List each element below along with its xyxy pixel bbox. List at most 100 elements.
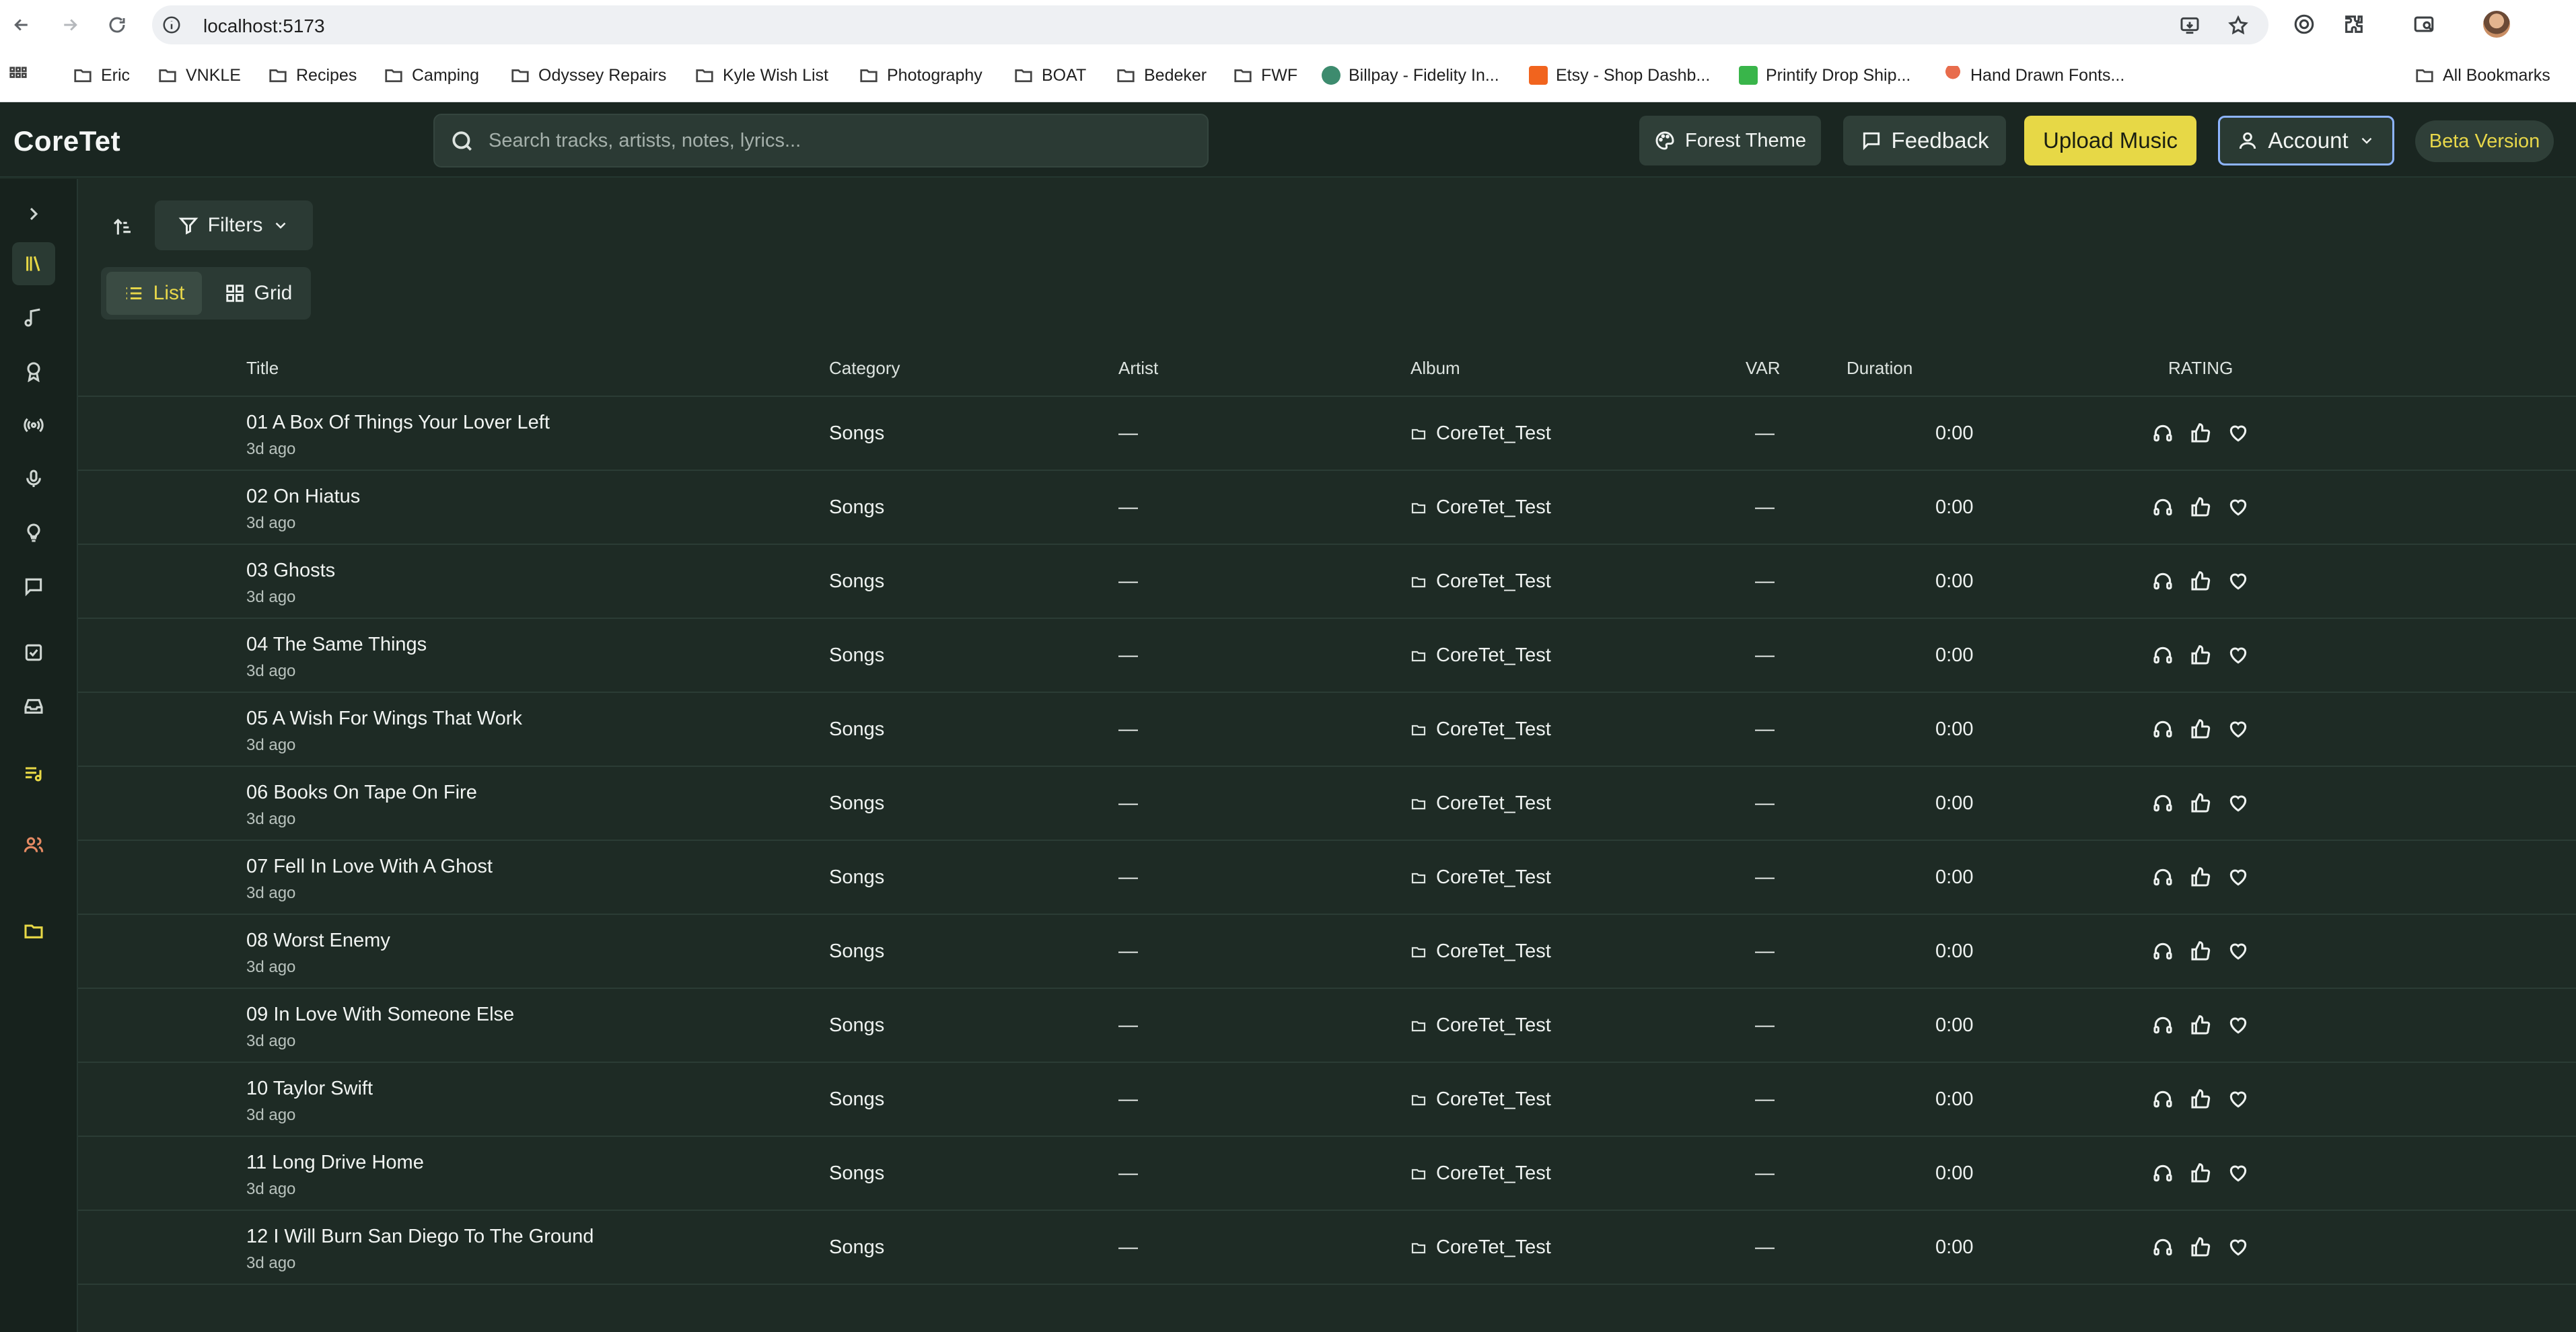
listened-icon[interactable] [2151, 717, 2175, 741]
love-icon[interactable] [2226, 1161, 2250, 1185]
bookmark-folder[interactable]: Odyssey Repairs [510, 63, 666, 87]
like-icon[interactable] [2188, 939, 2213, 963]
address-bar[interactable]: localhost:5173 [152, 5, 2268, 44]
column-var[interactable]: VAR [1746, 358, 1781, 379]
account-button[interactable]: Account [2218, 116, 2394, 165]
track-album[interactable]: CoreTet_Test [1410, 496, 1551, 519]
column-duration[interactable]: Duration [1847, 358, 1912, 379]
track-album[interactable]: CoreTet_Test [1410, 1088, 1551, 1111]
track-album[interactable]: CoreTet_Test [1410, 1014, 1551, 1037]
filters-button[interactable]: Filters [155, 200, 313, 250]
track-title[interactable]: 03 Ghosts [246, 560, 335, 582]
like-icon[interactable] [2188, 421, 2213, 445]
listened-icon[interactable] [2151, 1235, 2175, 1259]
listened-icon[interactable] [2151, 865, 2175, 889]
track-title[interactable]: 05 A Wish For Wings That Work [246, 708, 522, 730]
track-album[interactable]: CoreTet_Test [1410, 1236, 1551, 1259]
listened-icon[interactable] [2151, 1013, 2175, 1037]
listened-icon[interactable] [2151, 569, 2175, 593]
library-icon[interactable] [12, 242, 55, 285]
track-title[interactable]: 11 Long Drive Home [246, 1152, 424, 1174]
folder-icon[interactable] [12, 910, 55, 953]
bookmark-folder[interactable]: FWF [1233, 63, 1297, 87]
listened-icon[interactable] [2151, 1161, 2175, 1185]
track-title[interactable]: 08 Worst Enemy [246, 930, 390, 952]
love-icon[interactable] [2226, 939, 2250, 963]
bookmark-folder[interactable]: VNKLE [157, 63, 241, 87]
listened-icon[interactable] [2151, 643, 2175, 667]
love-icon[interactable] [2226, 1087, 2250, 1111]
love-icon[interactable] [2226, 569, 2250, 593]
bookmark-link[interactable]: Hand Drawn Fonts... [1943, 63, 2124, 87]
table-row[interactable]: 12 I Will Burn San Diego To The Ground 3d… [78, 1211, 2576, 1285]
music-note-icon[interactable] [12, 296, 55, 339]
table-row[interactable]: 07 Fell In Love With A Ghost 3d ago Songs —… [78, 841, 2576, 915]
table-row[interactable]: 10 Taylor Swift 3d ago Songs — CoreTet_Test —… [78, 1063, 2576, 1137]
table-row[interactable]: 04 The Same Things 3d ago Songs — CoreTet_Te… [78, 619, 2576, 693]
sort-icon[interactable] [105, 210, 140, 245]
broadcast-icon[interactable] [12, 404, 55, 447]
like-icon[interactable] [2188, 717, 2213, 741]
checklist-icon[interactable] [12, 631, 55, 674]
bookmark-link[interactable]: Etsy - Shop Dashb... [1529, 63, 1710, 87]
grid-view-button[interactable]: Grid [211, 272, 306, 315]
track-album[interactable]: CoreTet_Test [1410, 940, 1551, 963]
inbox-icon[interactable] [12, 685, 55, 728]
track-album[interactable]: CoreTet_Test [1410, 866, 1551, 889]
tab-search-icon[interactable] [2410, 11, 2437, 38]
column-album[interactable]: Album [1410, 358, 1460, 379]
column-title[interactable]: Title [246, 358, 279, 379]
love-icon[interactable] [2226, 791, 2250, 815]
listened-icon[interactable] [2151, 1087, 2175, 1111]
listened-icon[interactable] [2151, 421, 2175, 445]
listened-icon[interactable] [2151, 791, 2175, 815]
bookmark-folder[interactable]: BOAT [1013, 63, 1086, 87]
love-icon[interactable] [2226, 421, 2250, 445]
bookmark-link[interactable]: Billpay - Fidelity In... [1322, 63, 1499, 87]
love-icon[interactable] [2226, 717, 2250, 741]
apps-grid-icon[interactable] [8, 63, 28, 87]
table-row[interactable]: 05 A Wish For Wings That Work 3d ago Songs… [78, 693, 2576, 767]
like-icon[interactable] [2188, 643, 2213, 667]
love-icon[interactable] [2226, 643, 2250, 667]
like-icon[interactable] [2188, 791, 2213, 815]
like-icon[interactable] [2188, 865, 2213, 889]
track-title[interactable]: 09 In Love With Someone Else [246, 1004, 514, 1026]
expand-sidebar-icon[interactable] [12, 192, 55, 235]
app-logo[interactable]: CoreTet [13, 125, 120, 157]
table-row[interactable]: 02 On Hiatus 3d ago Songs — CoreTet_Test — 0:0… [78, 471, 2576, 545]
search-box[interactable] [433, 114, 1209, 168]
feedback-button[interactable]: Feedback [1843, 116, 2006, 165]
track-album[interactable]: CoreTet_Test [1410, 644, 1551, 667]
love-icon[interactable] [2226, 1013, 2250, 1037]
table-row[interactable]: 01 A Box Of Things Your Lover Left 3d ago… [78, 397, 2576, 471]
table-row[interactable]: 06 Books On Tape On Fire 3d ago Songs — Core… [78, 767, 2576, 841]
listened-icon[interactable] [2151, 495, 2175, 519]
chat-icon[interactable] [12, 565, 55, 608]
like-icon[interactable] [2188, 1087, 2213, 1111]
table-row[interactable]: 08 Worst Enemy 3d ago Songs — CoreTet_Test — 0… [78, 915, 2576, 989]
table-row[interactable]: 11 Long Drive Home 3d ago Songs — CoreTet_Te… [78, 1137, 2576, 1211]
track-title[interactable]: 12 I Will Burn San Diego To The Ground [246, 1226, 594, 1248]
bookmark-link[interactable]: Printify Drop Ship... [1739, 63, 1910, 87]
list-view-button[interactable]: List [106, 272, 202, 315]
theme-button[interactable]: Forest Theme [1639, 116, 1821, 165]
bookmark-folder[interactable]: Kyle Wish List [694, 63, 828, 87]
site-info-icon[interactable] [162, 15, 182, 35]
install-app-icon[interactable] [2179, 15, 2201, 36]
track-album[interactable]: CoreTet_Test [1410, 718, 1551, 741]
column-artist[interactable]: Artist [1118, 358, 1158, 379]
track-title[interactable]: 04 The Same Things [246, 634, 427, 656]
table-row[interactable]: 03 Ghosts 3d ago Songs — CoreTet_Test — 0:00 [78, 545, 2576, 619]
bookmark-folder[interactable]: Photography [859, 63, 982, 87]
bookmark-star-icon[interactable] [2227, 15, 2249, 36]
extensions-icon[interactable] [2340, 11, 2367, 38]
upload-music-button[interactable]: Upload Music [2024, 116, 2196, 165]
password-manager-icon[interactable] [2291, 11, 2318, 38]
column-category[interactable]: Category [829, 358, 900, 379]
bookmark-folder[interactable]: Bedeker [1116, 63, 1207, 87]
users-icon[interactable] [12, 823, 55, 866]
url-text[interactable]: localhost:5173 [203, 15, 325, 37]
bookmark-folder[interactable]: Recipes [268, 63, 357, 87]
lightbulb-icon[interactable] [12, 511, 55, 554]
